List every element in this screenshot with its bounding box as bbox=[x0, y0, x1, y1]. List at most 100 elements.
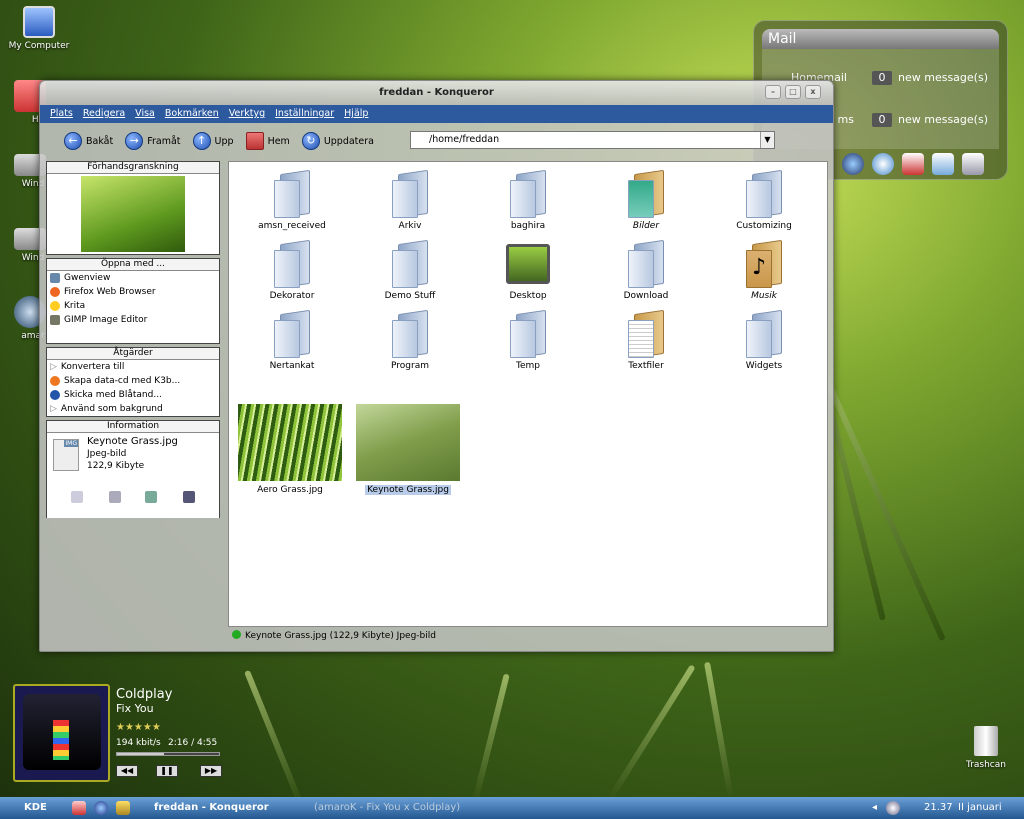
taskbar: KDE freddan - Konqueror (amaroK - Fix Yo… bbox=[0, 797, 1024, 819]
info-name: Keynote Grass.jpg bbox=[87, 436, 178, 447]
kde-menu-button[interactable]: KDE bbox=[24, 797, 47, 819]
actions-panel: Åtgärder ▷ Konvertera till Skapa data-cd … bbox=[46, 347, 220, 417]
file-item[interactable]: Bilder bbox=[591, 169, 701, 231]
mail-count: 0 bbox=[872, 113, 892, 127]
image-icon[interactable] bbox=[145, 491, 157, 503]
open-with-krita[interactable]: Krita bbox=[47, 299, 219, 313]
task-amarok[interactable]: (amaroK - Fix You x Coldplay) bbox=[314, 797, 460, 819]
browser-icon[interactable] bbox=[94, 801, 108, 815]
print-icon[interactable] bbox=[109, 491, 121, 503]
file-item[interactable]: Textfiler bbox=[591, 309, 701, 371]
bitrate: 194 kbit/s bbox=[116, 738, 161, 748]
file-item[interactable]: Keynote Grass.jpg bbox=[353, 404, 463, 495]
file-item[interactable]: Program bbox=[355, 309, 465, 371]
tray-arrow-icon[interactable]: ◂ bbox=[872, 797, 877, 819]
file-item[interactable]: amsn_received bbox=[237, 169, 347, 231]
file-view: amsn_received Arkiv baghira Bilder Custo… bbox=[228, 161, 828, 627]
file-item[interactable]: ♪ Musik bbox=[709, 239, 819, 301]
forward-button[interactable]: → Framåt bbox=[125, 132, 181, 150]
file-item[interactable]: Nertankat bbox=[237, 309, 347, 371]
window-titlebar[interactable]: freddan - Konqueror – □ x bbox=[40, 81, 833, 105]
folder-icon bbox=[270, 169, 314, 219]
file-item[interactable]: Download bbox=[591, 239, 701, 301]
documents-folder-icon bbox=[624, 309, 668, 359]
arrow-left-icon: ← bbox=[64, 132, 82, 150]
file-item[interactable]: Aero Grass.jpg bbox=[235, 404, 345, 495]
image-file-icon: IMG bbox=[53, 439, 79, 471]
file-item[interactable]: Desktop bbox=[473, 240, 583, 301]
menu-bokmarken[interactable]: Bokmärken bbox=[165, 105, 219, 123]
folder-icon bbox=[624, 239, 668, 289]
prev-button[interactable]: ◀◀ bbox=[116, 765, 138, 777]
reload-button[interactable]: ↻ Uppdatera bbox=[301, 132, 374, 150]
arrow-up-icon: ↑ bbox=[192, 132, 211, 150]
menu-visa[interactable]: Visa bbox=[135, 105, 155, 123]
menu-plats[interactable]: Plats bbox=[50, 105, 73, 123]
triangle-icon: ▷ bbox=[50, 404, 57, 414]
action-set-wallpaper[interactable]: ▷ Använd som bakgrund bbox=[47, 402, 219, 416]
menu-installningar[interactable]: Inställningar bbox=[275, 105, 334, 123]
file-item[interactable]: Customizing bbox=[709, 169, 819, 231]
selected-filename: Keynote Grass.jpg bbox=[365, 485, 451, 495]
triangle-icon: ▷ bbox=[50, 362, 57, 372]
artist: Coldplay bbox=[116, 687, 173, 702]
open-with-gimp[interactable]: GIMP Image Editor bbox=[47, 313, 219, 327]
file-item[interactable]: Demo Stuff bbox=[355, 239, 465, 301]
menu-redigera[interactable]: Redigera bbox=[83, 105, 125, 123]
file-item[interactable]: Widgets bbox=[709, 309, 819, 371]
next-button[interactable]: ▶▶ bbox=[200, 765, 222, 777]
info-panel: Information IMG Keynote Grass.jpg Jpeg-b… bbox=[46, 420, 220, 518]
reload-icon: ↻ bbox=[301, 132, 320, 150]
file-item[interactable]: baghira bbox=[473, 169, 583, 231]
action-convert[interactable]: ▷ Konvertera till bbox=[47, 360, 219, 374]
home-icon bbox=[245, 132, 264, 150]
image-viewer-icon[interactable] bbox=[116, 801, 130, 815]
file-item[interactable]: Arkiv bbox=[355, 169, 465, 231]
edit-icon[interactable] bbox=[71, 491, 83, 503]
home-icon[interactable] bbox=[72, 801, 86, 815]
pictures-folder-icon bbox=[624, 169, 668, 219]
trash-icon bbox=[974, 726, 998, 756]
track: Fix You bbox=[116, 702, 154, 715]
rating-stars[interactable]: ★★★★★ bbox=[116, 722, 161, 733]
notes-icon[interactable] bbox=[962, 153, 984, 175]
menu-verktyg[interactable]: Verktyg bbox=[229, 105, 265, 123]
k3b-icon bbox=[50, 376, 60, 386]
arrow-right-icon: → bbox=[125, 132, 144, 150]
gimp-icon bbox=[50, 315, 60, 325]
music-folder-icon: ♪ bbox=[742, 239, 786, 289]
window-title: freddan - Konqueror bbox=[379, 87, 494, 98]
menu-hjalp[interactable]: Hjälp bbox=[344, 105, 368, 123]
minimize-button[interactable]: – bbox=[765, 85, 781, 99]
calendar-icon[interactable] bbox=[902, 153, 924, 175]
desktop-icon-my-computer[interactable]: My Computer bbox=[4, 6, 74, 51]
progress-bar[interactable] bbox=[116, 752, 220, 756]
open-with-gwenview[interactable]: Gwenview bbox=[47, 271, 219, 285]
back-button[interactable]: ← Bakåt bbox=[64, 132, 113, 150]
open-with-panel: Öppna med ... Gwenview Firefox Web Brows… bbox=[46, 258, 220, 344]
time: 2:16 / 4:55 bbox=[168, 738, 218, 748]
folder-icon bbox=[388, 309, 432, 359]
file-item[interactable]: Temp bbox=[473, 309, 583, 371]
open-with-firefox[interactable]: Firefox Web Browser bbox=[47, 285, 219, 299]
action-k3b[interactable]: Skapa data-cd med K3b... bbox=[47, 374, 219, 388]
file-item[interactable]: Dekorator bbox=[237, 239, 347, 301]
desktop-icon-trash[interactable]: Trashcan bbox=[964, 726, 1008, 770]
pause-button[interactable]: ❚❚ bbox=[156, 765, 178, 777]
chevron-down-icon[interactable]: ▼ bbox=[760, 132, 774, 148]
image-thumbnail bbox=[238, 404, 342, 481]
location-input[interactable]: /home/freddan ▼ bbox=[410, 131, 775, 149]
mail-icon[interactable] bbox=[932, 153, 954, 175]
info-size: 122,9 Kibyte bbox=[87, 461, 145, 471]
action-bluetooth[interactable]: Skicka med Blåtand... bbox=[47, 388, 219, 402]
close-button[interactable]: x bbox=[805, 85, 821, 99]
maximize-button[interactable]: □ bbox=[785, 85, 801, 99]
monitor-icon[interactable] bbox=[183, 491, 195, 503]
clock-icon[interactable] bbox=[872, 153, 894, 175]
globe-icon[interactable] bbox=[842, 153, 864, 175]
network-icon[interactable] bbox=[886, 801, 900, 815]
home-button[interactable]: Hem bbox=[245, 132, 290, 150]
up-button[interactable]: ↑ Upp bbox=[192, 132, 234, 150]
task-konqueror[interactable]: freddan - Konqueror bbox=[154, 797, 269, 819]
bluetooth-icon bbox=[50, 390, 60, 400]
